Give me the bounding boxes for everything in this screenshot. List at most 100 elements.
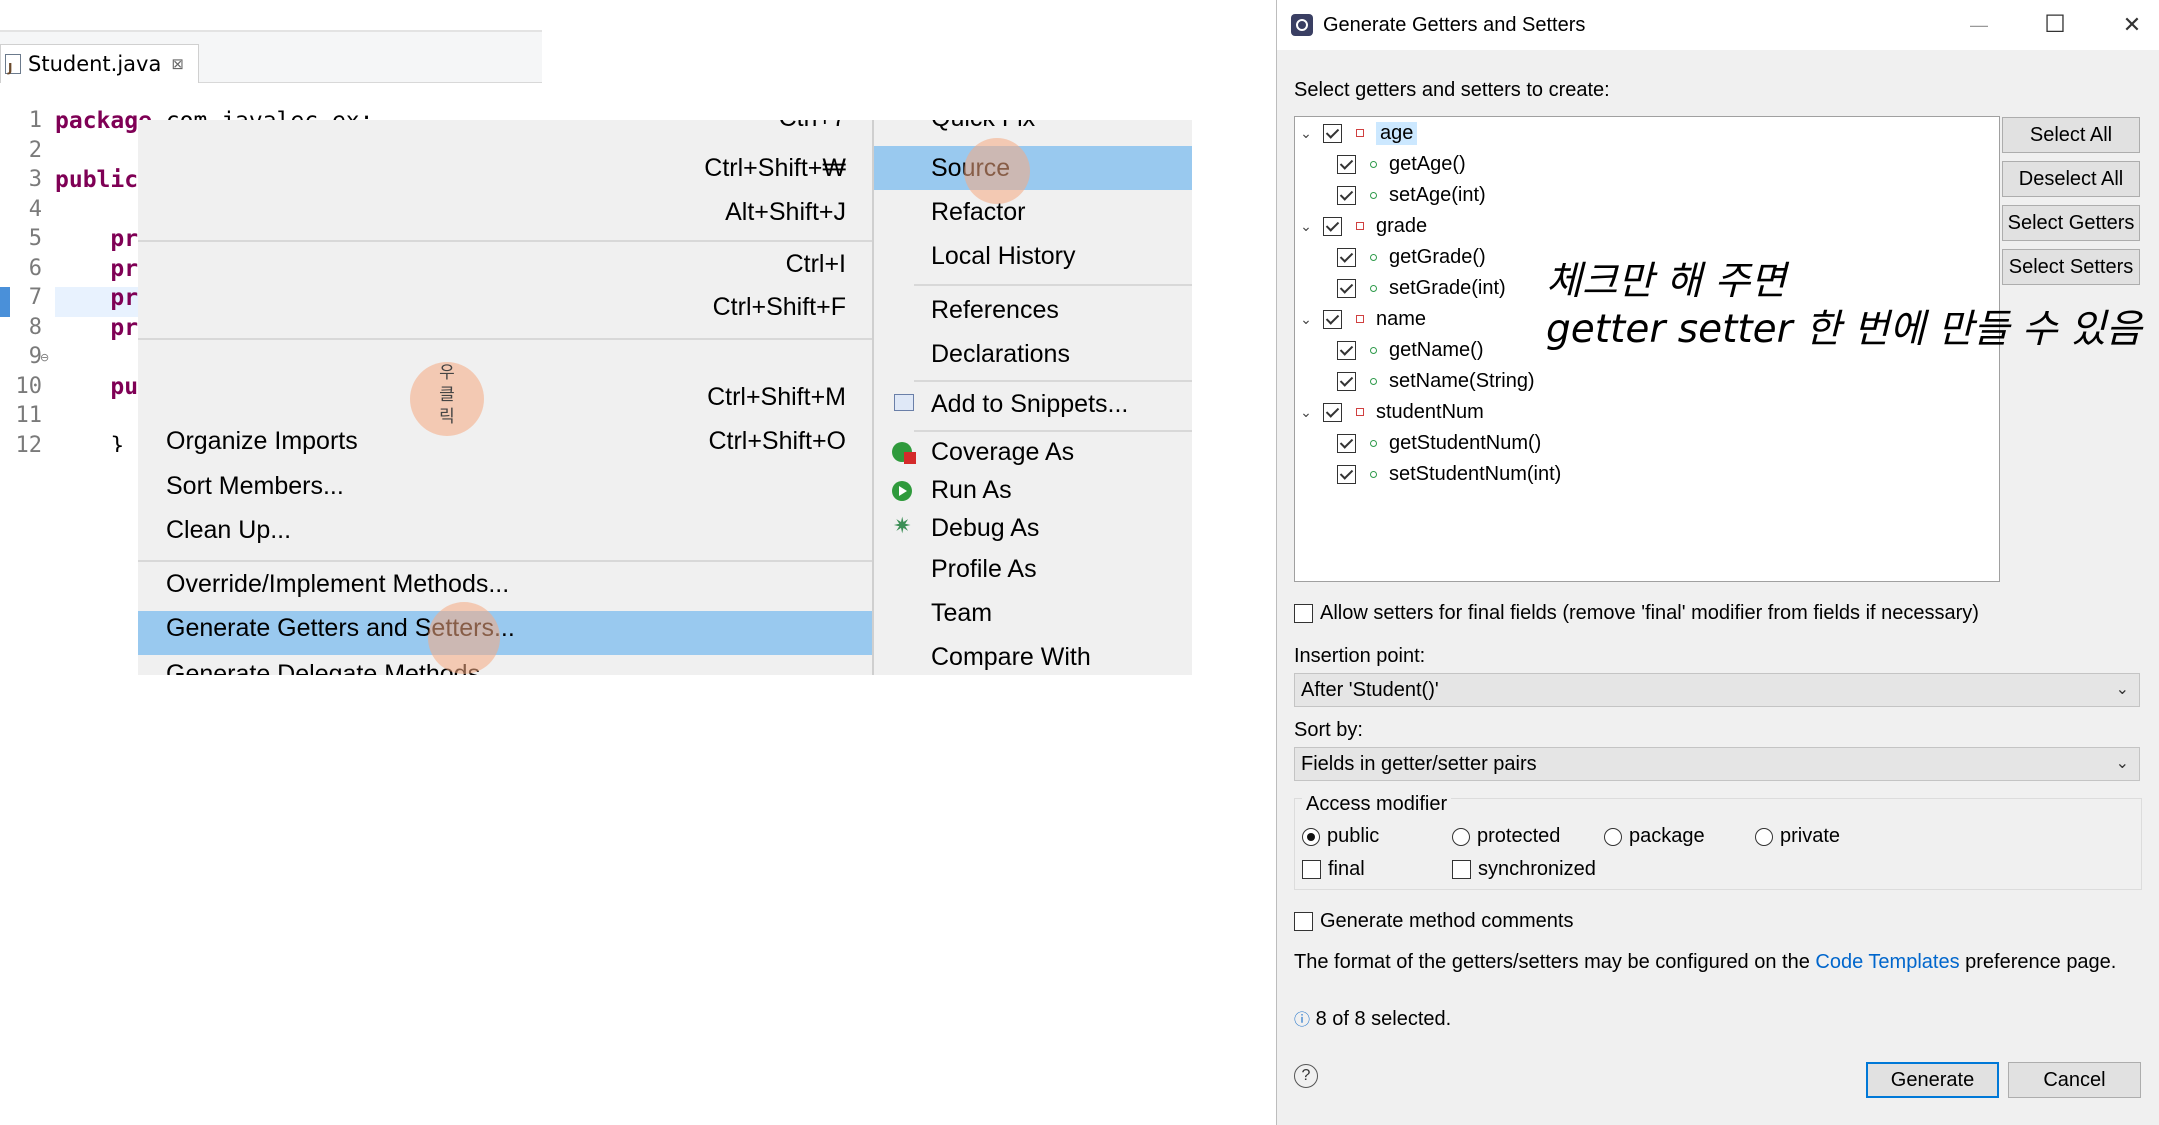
method-icon <box>1370 160 1377 168</box>
line-number: 5 <box>28 226 42 251</box>
expand-chevron-icon[interactable]: ⌄ <box>1299 404 1313 421</box>
deselect-all-button[interactable]: Deselect All <box>2002 161 2140 197</box>
code-token: } <box>55 432 125 453</box>
tree-item-label: setGrade(int) <box>1389 276 1506 299</box>
tree-method-row[interactable]: setAge(int) <box>1337 181 1486 209</box>
field-icon <box>1356 315 1364 323</box>
menu-item-profile-as[interactable]: Profile As <box>931 555 1037 584</box>
radio-package-circle[interactable] <box>1604 827 1622 846</box>
format-note: The format of the getters/setters may be… <box>1294 951 2116 974</box>
menu-item-local-history[interactable]: Local History <box>931 242 1076 271</box>
radio-public-circle[interactable] <box>1302 827 1320 846</box>
menu-item-refactor[interactable]: Refactor <box>931 198 1025 227</box>
menu-item-sort-members[interactable]: Sort Members... <box>166 472 344 501</box>
tree-item-label: getAge() <box>1389 152 1466 175</box>
tree-method-row[interactable]: getGrade() <box>1337 243 1486 271</box>
menu-item-declarations[interactable]: Declarations <box>931 340 1070 369</box>
tree-checkbox[interactable] <box>1323 402 1342 422</box>
final-checkbox[interactable] <box>1302 860 1321 879</box>
editor-tab-bar: Student.java ⊠ <box>0 30 542 87</box>
fold-toggle-icon[interactable]: ⊖ <box>40 351 49 364</box>
final-option[interactable]: final <box>1302 858 1365 881</box>
tree-field-row[interactable]: ⌄ age <box>1299 119 1418 147</box>
tree-checkbox[interactable] <box>1337 247 1356 267</box>
generate-button[interactable]: Generate <box>1866 1062 1999 1098</box>
radio-public-label: public <box>1327 825 1380 847</box>
tree-checkbox[interactable] <box>1323 216 1342 236</box>
tab-student-java[interactable]: Student.java ⊠ <box>0 44 199 87</box>
menu-item-debug-as[interactable]: Debug As <box>931 514 1039 543</box>
menu-item-organize-imports[interactable]: Organize Imports <box>166 427 358 456</box>
tree-field-row[interactable]: ⌄ studentNum <box>1299 398 1484 426</box>
menu-item-add-to-snippets[interactable]: Add to Snippets... <box>931 390 1128 419</box>
allow-final-checkbox[interactable] <box>1294 604 1313 623</box>
radio-private[interactable]: private <box>1755 825 1840 848</box>
line-number: 7 <box>28 285 42 310</box>
insertion-point-select[interactable]: After 'Student()' ⌄ <box>1294 673 2140 707</box>
sort-value: Fields in getter/setter pairs <box>1301 753 1537 775</box>
allow-final-option[interactable]: Allow setters for final fields (remove '… <box>1294 602 1979 625</box>
menu-item-clean-up[interactable]: Clean Up... <box>166 516 291 545</box>
cancel-button[interactable]: Cancel <box>2008 1062 2141 1098</box>
tree-checkbox[interactable] <box>1337 278 1356 298</box>
radio-protected-circle[interactable] <box>1452 827 1470 846</box>
tree-method-row[interactable]: setStudentNum(int) <box>1337 460 1561 488</box>
tree-checkbox[interactable] <box>1337 340 1356 360</box>
select-all-button[interactable]: Select All <box>2002 117 2140 153</box>
maximize-button[interactable]: ☐ <box>2040 10 2070 40</box>
tree-checkbox[interactable] <box>1323 123 1342 143</box>
expand-chevron-icon[interactable]: ⌄ <box>1299 218 1313 235</box>
menu-item-run-as[interactable]: Run As <box>931 476 1012 505</box>
menu-item-quick-fix[interactable]: Quick Fix <box>931 120 1035 133</box>
shortcut-ctrl-shift-m: Ctrl+Shift+M <box>707 383 846 411</box>
radio-private-circle[interactable] <box>1755 827 1773 846</box>
tree-checkbox[interactable] <box>1337 433 1356 453</box>
dialog-title-bar: Generate Getters and Setters — ☐ ✕ <box>1277 0 2159 50</box>
tree-checkbox[interactable] <box>1337 464 1356 484</box>
tree-checkbox[interactable] <box>1337 185 1356 205</box>
synchronized-checkbox[interactable] <box>1452 860 1471 879</box>
menu-separator <box>138 560 872 562</box>
comments-checkbox[interactable] <box>1294 912 1313 931</box>
tab-close-icon[interactable]: ⊠ <box>171 45 184 83</box>
menu-item-compare-with[interactable]: Compare With <box>931 643 1091 672</box>
method-icon <box>1370 191 1377 199</box>
tree-method-row[interactable]: getName() <box>1337 336 1483 364</box>
minimize-button[interactable]: — <box>1964 10 1994 40</box>
tree-item-label: grade <box>1376 214 1428 237</box>
radio-private-label: private <box>1780 825 1841 847</box>
select-getters-button[interactable]: Select Getters <box>2002 205 2140 241</box>
java-file-icon <box>5 49 21 87</box>
tree-method-row[interactable]: getAge() <box>1337 150 1466 178</box>
format-pre: The format of the getters/setters may be… <box>1294 951 1810 973</box>
menu-item-references[interactable]: References <box>931 296 1059 325</box>
radio-public[interactable]: public <box>1302 825 1379 848</box>
tree-field-row[interactable]: ⌄ name <box>1299 305 1426 333</box>
tree-checkbox[interactable] <box>1323 309 1342 329</box>
tree-item-label: getStudentNum() <box>1389 431 1542 454</box>
tree-method-row[interactable]: setGrade(int) <box>1337 274 1506 302</box>
tree-method-row[interactable]: getStudentNum() <box>1337 429 1541 457</box>
close-button[interactable]: ✕ <box>2117 10 2147 40</box>
menu-item-override-implement[interactable]: Override/Implement Methods... <box>166 570 509 599</box>
chevron-down-icon: ⌄ <box>2115 755 2129 772</box>
tree-checkbox[interactable] <box>1337 371 1356 391</box>
code-templates-link[interactable]: Code Templates <box>1815 951 1959 973</box>
menu-item-coverage-as[interactable]: Coverage As <box>931 438 1074 467</box>
tree-method-row[interactable]: setName(String) <box>1337 367 1535 395</box>
sort-by-select[interactable]: Fields in getter/setter pairs ⌄ <box>1294 747 2140 781</box>
shortcut-ctrl-shift-o: Ctrl+Shift+O <box>708 427 846 455</box>
comments-option[interactable]: Generate method comments <box>1294 910 1573 933</box>
line-number: 8 <box>28 314 42 340</box>
radio-package[interactable]: package <box>1604 825 1705 848</box>
help-icon[interactable]: ? <box>1294 1064 1318 1088</box>
menu-item-team[interactable]: Team <box>931 599 992 628</box>
expand-chevron-icon[interactable]: ⌄ <box>1299 125 1313 142</box>
radio-protected[interactable]: protected <box>1452 825 1560 848</box>
expand-chevron-icon[interactable]: ⌄ <box>1299 311 1313 328</box>
line-number: 12 <box>15 432 43 453</box>
field-icon <box>1356 222 1364 230</box>
tree-checkbox[interactable] <box>1337 154 1356 174</box>
synchronized-option[interactable]: synchronized <box>1452 858 1596 881</box>
tree-field-row[interactable]: ⌄ grade <box>1299 212 1427 240</box>
